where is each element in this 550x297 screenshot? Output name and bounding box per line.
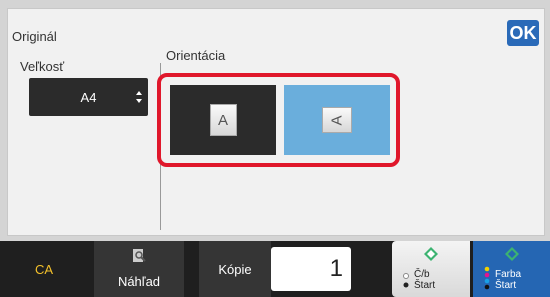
color-start-button[interactable]: Farba Štart (473, 241, 550, 297)
orientation-label: Orientácia (166, 48, 226, 63)
bw-start-label: Č/b Štart (414, 269, 436, 291)
portrait-page-icon: A (209, 104, 237, 136)
ok-button[interactable]: OK (507, 20, 539, 46)
updown-arrow-icon (136, 91, 142, 103)
start-diamond-icon (504, 247, 519, 261)
orientation-portrait-button[interactable]: A (170, 85, 276, 155)
size-label: Veľkosť (20, 59, 65, 74)
bottom-bar: CA Náhľad Kópie 1 Č/b Štart Farba Štart (0, 241, 550, 297)
preview-icon (133, 249, 146, 262)
orientation-landscape-button[interactable]: A (284, 85, 390, 155)
settings-panel: Originál OK Veľkosť A4 Orientácia A A (7, 8, 545, 236)
copies-label: Kópie (199, 241, 271, 297)
size-value: A4 (80, 89, 97, 105)
bw-start-button[interactable]: Č/b Štart (392, 241, 470, 297)
bw-dots-icon (403, 273, 409, 288)
preview-label: Náhľad (117, 274, 161, 289)
landscape-page-icon: A (322, 107, 352, 133)
size-select[interactable]: A4 (29, 78, 148, 116)
preview-button[interactable]: Náhľad (94, 241, 184, 297)
ca-button[interactable]: CA (0, 241, 88, 297)
start-diamond-icon (424, 247, 438, 261)
copies-input[interactable]: 1 (271, 247, 351, 291)
color-start-label: Farba Štart (495, 269, 522, 291)
orientation-highlight-frame: A A (157, 73, 400, 167)
original-heading: Originál (12, 29, 57, 44)
color-dots-icon (484, 266, 490, 290)
